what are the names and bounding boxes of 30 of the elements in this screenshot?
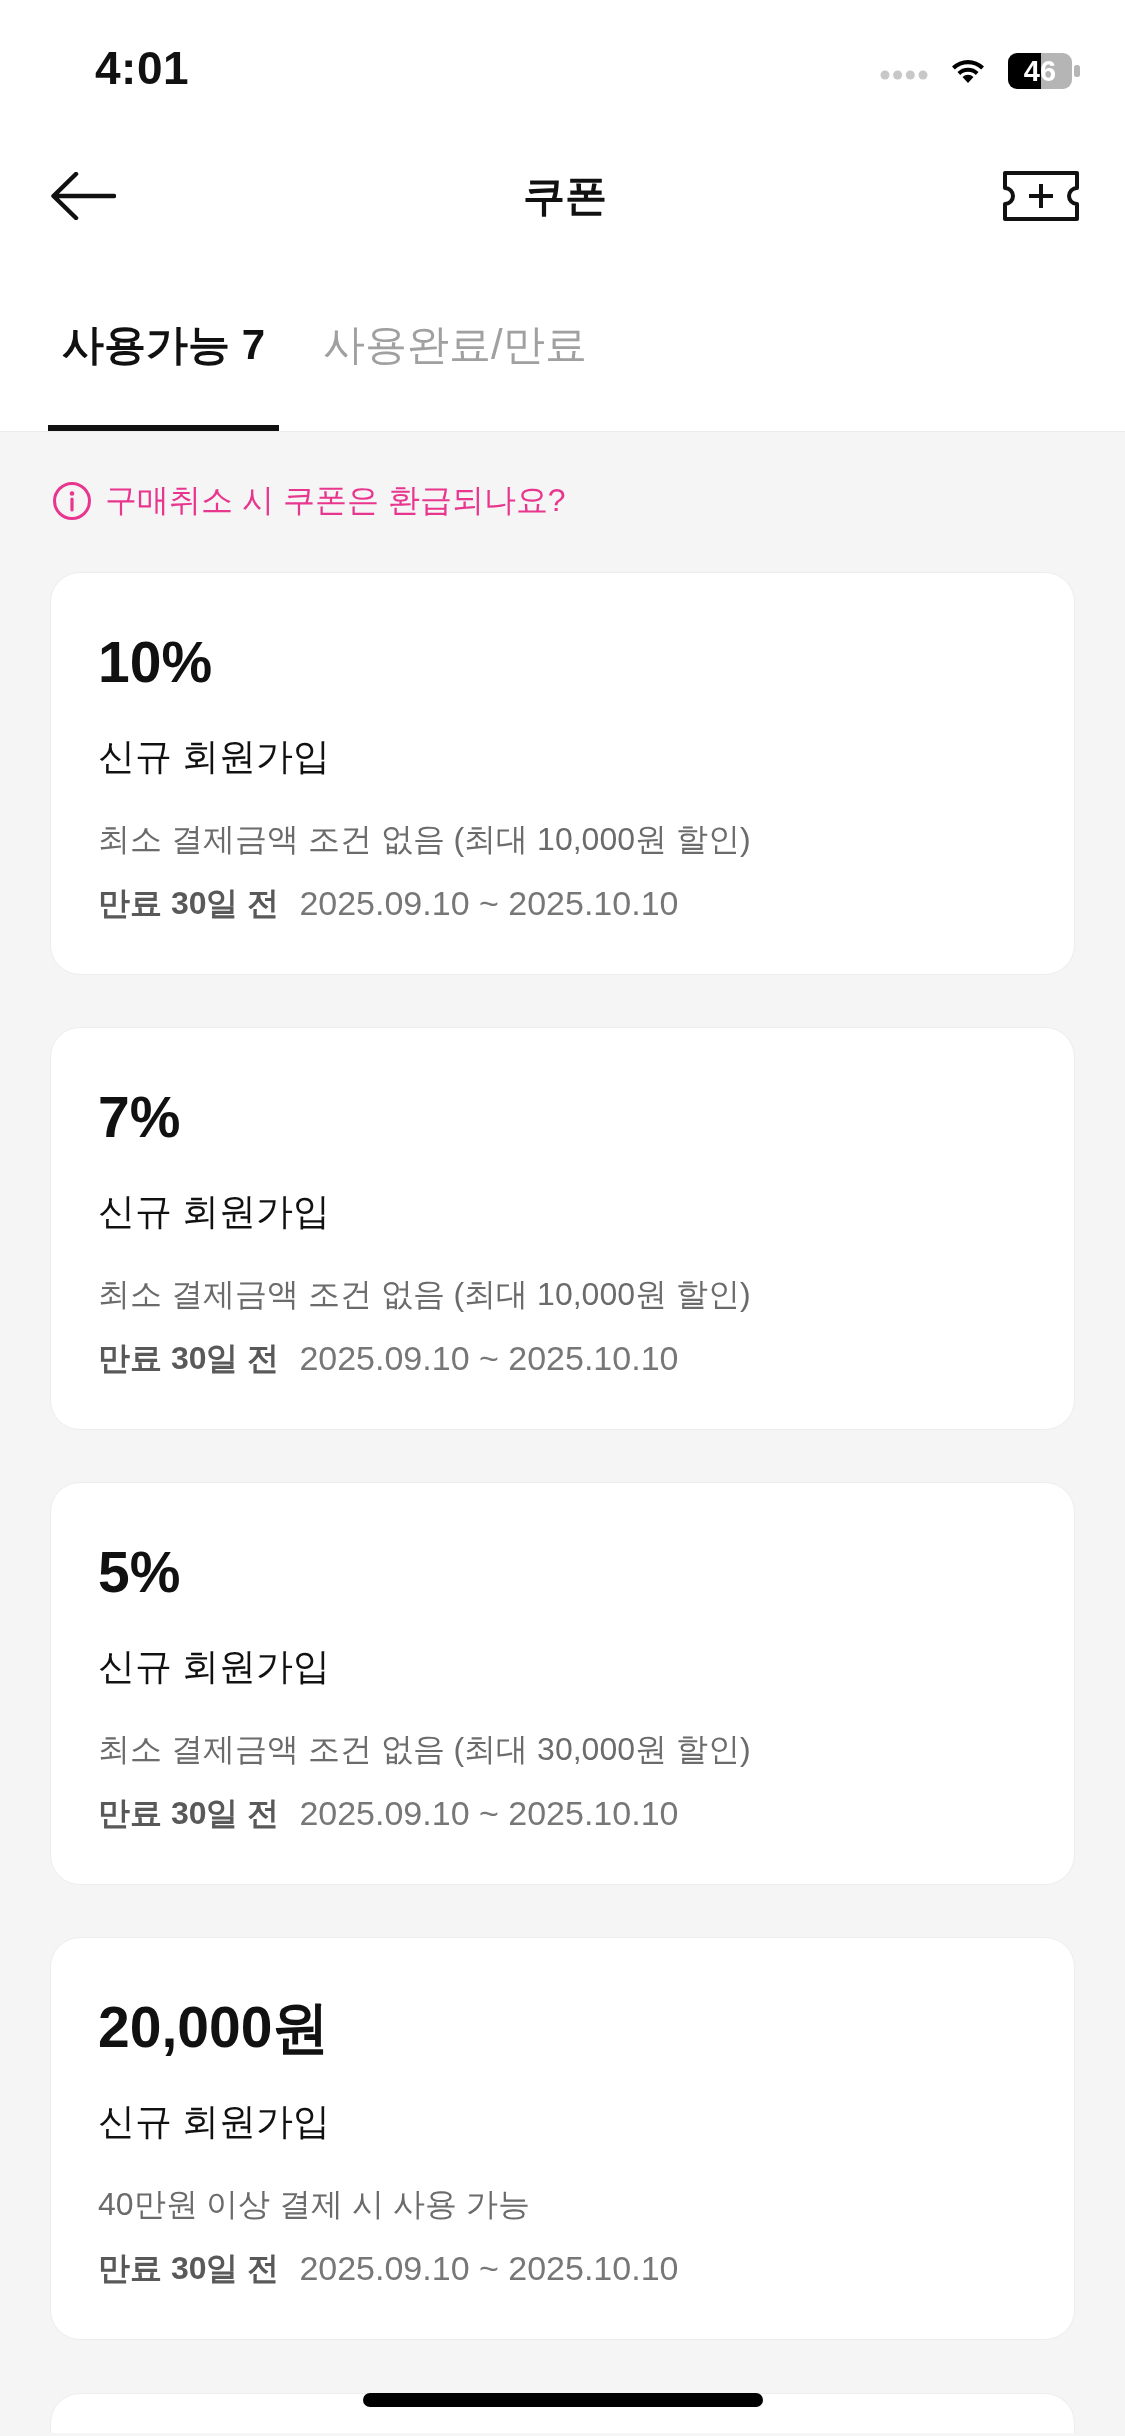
expiry-label: 만료 30일 전 (98, 1794, 280, 1833)
signal-icon (880, 70, 928, 80)
validity-period: 2025.09.10 ~ 2025.10.10 (299, 1338, 679, 1379)
coupon-name: 신규 회원가입 (98, 1190, 332, 1234)
validity-period: 2025.09.10 ~ 2025.10.10 (299, 1793, 679, 1834)
wifi-icon (950, 58, 986, 84)
discount-amount: 10% (98, 629, 214, 696)
tab[interactable]: 사용완료/만료 (309, 319, 601, 431)
validity-period: 2025.09.10 ~ 2025.10.10 (299, 883, 679, 924)
info-icon[interactable] (52, 481, 92, 521)
ticket-plus-icon[interactable] (1002, 170, 1080, 222)
discount-amount: 20,000원 (98, 1994, 331, 2061)
coupon-condition: 최소 결제금액 조건 없음 (최대 30,000원 할인) (98, 1730, 752, 1769)
page-title: 쿠폰 (523, 171, 607, 221)
coupon-condition: 최소 결제금액 조건 없음 (최대 10,000원 할인) (98, 820, 752, 859)
status-time: 4:01 (95, 41, 190, 95)
coupon-condition: 최소 결제금액 조건 없음 (최대 10,000원 할인) (98, 1275, 752, 1314)
back-arrow-icon[interactable] (50, 172, 116, 220)
expiry-label: 만료 30일 전 (98, 1339, 280, 1378)
expiry-label: 만료 30일 전 (98, 2249, 280, 2288)
tab[interactable]: 사용가능 7 (48, 319, 280, 431)
expiry-label: 만료 30일 전 (98, 884, 280, 923)
coupon-name: 신규 회원가입 (98, 2100, 332, 2144)
discount-amount: 7% (98, 1084, 182, 1151)
coupon-name: 신규 회원가입 (98, 1645, 332, 1689)
validity-period: 2025.09.10 ~ 2025.10.10 (299, 2248, 679, 2289)
coupon-name: 신규 회원가입 (98, 735, 332, 779)
coupon-condition: 40만원 이상 결제 시 사용 가능 (98, 2185, 532, 2224)
refund-question-link[interactable]: 구매취소 시 쿠폰은 환급되나요? (105, 479, 566, 523)
discount-amount: 5% (98, 1539, 182, 1606)
